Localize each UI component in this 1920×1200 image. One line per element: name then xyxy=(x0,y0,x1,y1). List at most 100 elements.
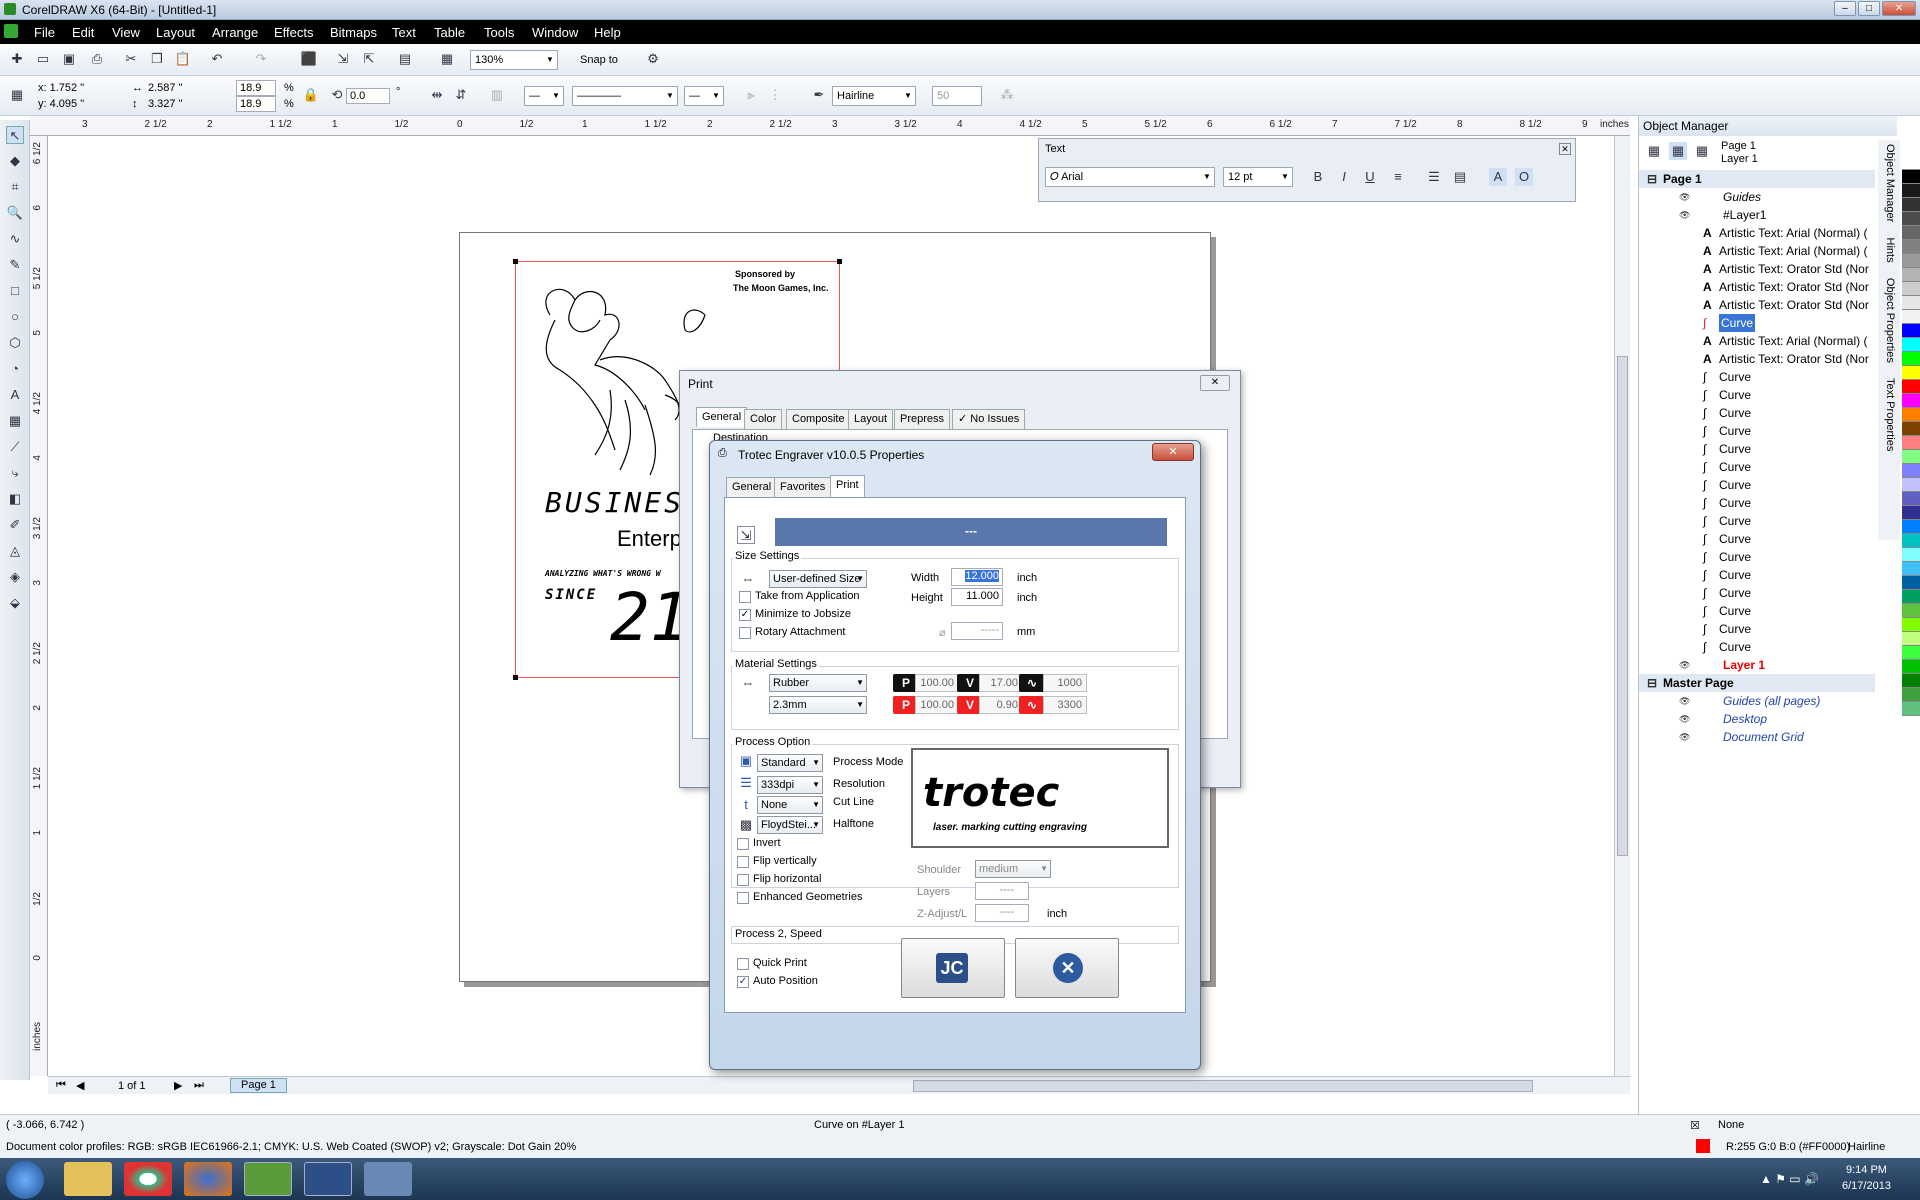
color-swatch[interactable] xyxy=(1902,450,1920,464)
page-tab[interactable]: Page 1 xyxy=(230,1078,287,1093)
pick-tool-icon[interactable]: ↖ xyxy=(6,126,24,144)
tree-item[interactable]: ∫ Curve xyxy=(1639,638,1875,656)
nav-first-icon[interactable]: ⏮ xyxy=(56,1079,66,1092)
copy-icon[interactable]: ❐ xyxy=(148,50,166,68)
tree-item[interactable]: A Artistic Text: Orator Std (Nor xyxy=(1639,350,1875,368)
frequency-2-value[interactable]: 3300 xyxy=(1043,696,1087,714)
quick-print-checkbox[interactable] xyxy=(737,958,749,970)
color-swatch[interactable] xyxy=(1902,170,1920,184)
nav-next-icon[interactable]: ▶ xyxy=(174,1079,182,1092)
tree-item[interactable]: 👁 Guides xyxy=(1639,188,1875,206)
color-swatch[interactable] xyxy=(1902,212,1920,226)
cut-icon[interactable]: ✂ xyxy=(122,50,140,68)
menu-window[interactable]: Window xyxy=(532,25,578,40)
firefox-icon[interactable] xyxy=(184,1162,232,1196)
layers-input[interactable]: ---- xyxy=(975,882,1029,900)
docker-tab-hints[interactable]: Hints xyxy=(1884,238,1896,263)
chrome-icon[interactable] xyxy=(124,1162,172,1196)
flip-vertical-checkbox[interactable] xyxy=(737,856,749,868)
launcher-icon[interactable]: ▦ xyxy=(438,50,456,68)
tree-item[interactable]: A Artistic Text: Orator Std (Nor xyxy=(1639,260,1875,278)
power-2-value[interactable]: 100.00 xyxy=(915,696,959,714)
import-icon[interactable]: ⇲ xyxy=(334,50,352,68)
docker-tab-text-properties[interactable]: Text Properties xyxy=(1884,378,1896,451)
crop-tool-icon[interactable]: ⌗ xyxy=(6,178,24,196)
tree-item[interactable]: A Artistic Text: Arial (Normal) ( xyxy=(1639,224,1875,242)
tray-icons[interactable]: ▲ ⚑ ▭ 🔊 xyxy=(1760,1172,1819,1186)
object-origin-icon[interactable]: ▦ xyxy=(8,86,26,104)
smoothing-field[interactable]: 50 xyxy=(932,86,982,106)
enhanced-geometries-checkbox[interactable] xyxy=(737,892,749,904)
outline-tool-icon[interactable]: ◬ xyxy=(6,542,24,560)
nav-prev-icon[interactable]: ◀ xyxy=(76,1079,84,1092)
color-swatch[interactable] xyxy=(1902,324,1920,338)
tool-icon[interactable] xyxy=(364,1162,412,1196)
close-icon[interactable]: ✕ xyxy=(1200,375,1230,391)
color-swatch[interactable] xyxy=(1902,310,1920,324)
x-position[interactable]: x: 1.752 " xyxy=(38,82,84,94)
tree-item[interactable]: A Artistic Text: Orator Std (Nor xyxy=(1639,296,1875,314)
tree-item[interactable]: A Artistic Text: Arial (Normal) ( xyxy=(1639,332,1875,350)
color-swatch[interactable] xyxy=(1902,184,1920,198)
jobcontrol-icon[interactable] xyxy=(304,1162,352,1196)
tree-item[interactable]: 👁 Layer 1 xyxy=(1639,656,1875,674)
tree-item[interactable]: ∫ Curve xyxy=(1639,386,1875,404)
freehand-tool-icon[interactable]: ∿ xyxy=(6,230,24,248)
search-content-icon[interactable]: ⬛ xyxy=(300,50,318,68)
tree-item[interactable]: 👁 #Layer1 xyxy=(1639,206,1875,224)
color-swatch[interactable] xyxy=(1902,688,1920,702)
shoulder-select[interactable]: medium ▼ xyxy=(975,860,1051,878)
docker-tab-object-properties[interactable]: Object Properties xyxy=(1884,278,1896,363)
minimize-jobsize-checkbox[interactable]: ✓ xyxy=(739,609,751,621)
outline-pen-icon[interactable]: ✒ xyxy=(810,86,828,104)
tree-item[interactable]: A Artistic Text: Arial (Normal) ( xyxy=(1639,242,1875,260)
edit-across-layers-icon[interactable]: ▦ xyxy=(1669,142,1687,160)
rectangle-tool-icon[interactable]: □ xyxy=(6,282,24,300)
color-swatch[interactable] xyxy=(1902,226,1920,240)
break-apart-icon[interactable]: ⫸ xyxy=(742,86,760,104)
basic-shapes-icon[interactable]: ◔ xyxy=(6,360,24,378)
docker-tab-object-manager[interactable]: Object Manager xyxy=(1884,144,1896,222)
tab-no-issues[interactable]: ✓ No Issues xyxy=(952,409,1026,429)
convert-icon[interactable]: ⁂ xyxy=(998,86,1016,104)
wrap-icon[interactable]: ▥ xyxy=(488,86,506,104)
print-job-button[interactable]: JC xyxy=(901,938,1005,998)
invert-checkbox[interactable] xyxy=(737,838,749,850)
color-swatch[interactable] xyxy=(1902,702,1920,716)
font-size-select[interactable]: 12 pt ▼ xyxy=(1223,167,1293,187)
tree-item[interactable]: ⊟ Master Page xyxy=(1639,674,1875,692)
color-profiles[interactable]: Document color profiles: RGB: sRGB IEC61… xyxy=(6,1141,576,1153)
color-swatch[interactable] xyxy=(1902,422,1920,436)
tree-item[interactable]: A Artistic Text: Orator Std (Nor xyxy=(1639,278,1875,296)
color-swatch[interactable] xyxy=(1902,590,1920,604)
layer-manager-icon[interactable]: ▦ xyxy=(1693,142,1711,160)
cut-line-select[interactable]: None ▼ xyxy=(757,796,823,814)
lock-ratio-icon[interactable]: 🔒 xyxy=(302,86,320,104)
snap-to-menu[interactable]: Snap to xyxy=(580,54,618,66)
color-swatch[interactable] xyxy=(1902,464,1920,478)
color-swatch[interactable] xyxy=(1902,478,1920,492)
object-width[interactable]: 2.587 " xyxy=(148,82,183,94)
clock-time[interactable]: 9:14 PM xyxy=(1846,1164,1887,1176)
shape-tool-icon[interactable]: ◆ xyxy=(6,152,24,170)
z-adjust-input[interactable]: ---- xyxy=(975,904,1029,922)
explorer-icon[interactable] xyxy=(64,1162,112,1196)
velocity-1-value[interactable]: 17.00 xyxy=(979,674,1023,692)
fill-tool-icon[interactable]: ◈ xyxy=(6,568,24,586)
color-swatch[interactable] xyxy=(1902,548,1920,562)
save-icon[interactable]: ▣ xyxy=(60,50,78,68)
save-settings-icon[interactable]: ⇲ xyxy=(737,526,755,544)
export-icon[interactable]: ⇱ xyxy=(360,50,378,68)
auto-position-checkbox[interactable]: ✓ xyxy=(737,976,749,988)
text-wrap-icon[interactable]: ⋮ xyxy=(766,86,784,104)
menu-view[interactable]: View xyxy=(112,25,140,40)
smart-fill-icon[interactable]: ✎ xyxy=(6,256,24,274)
text-tool-icon[interactable]: A xyxy=(6,386,24,404)
menu-effects[interactable]: Effects xyxy=(274,25,314,40)
color-swatch[interactable] xyxy=(1902,366,1920,380)
color-swatch[interactable] xyxy=(1902,198,1920,212)
menu-bitmaps[interactable]: Bitmaps xyxy=(330,25,377,40)
bullets-icon[interactable]: ☰ xyxy=(1425,168,1443,186)
rotation-angle[interactable]: 0.0 xyxy=(346,88,390,104)
color-swatch[interactable] xyxy=(1902,268,1920,282)
